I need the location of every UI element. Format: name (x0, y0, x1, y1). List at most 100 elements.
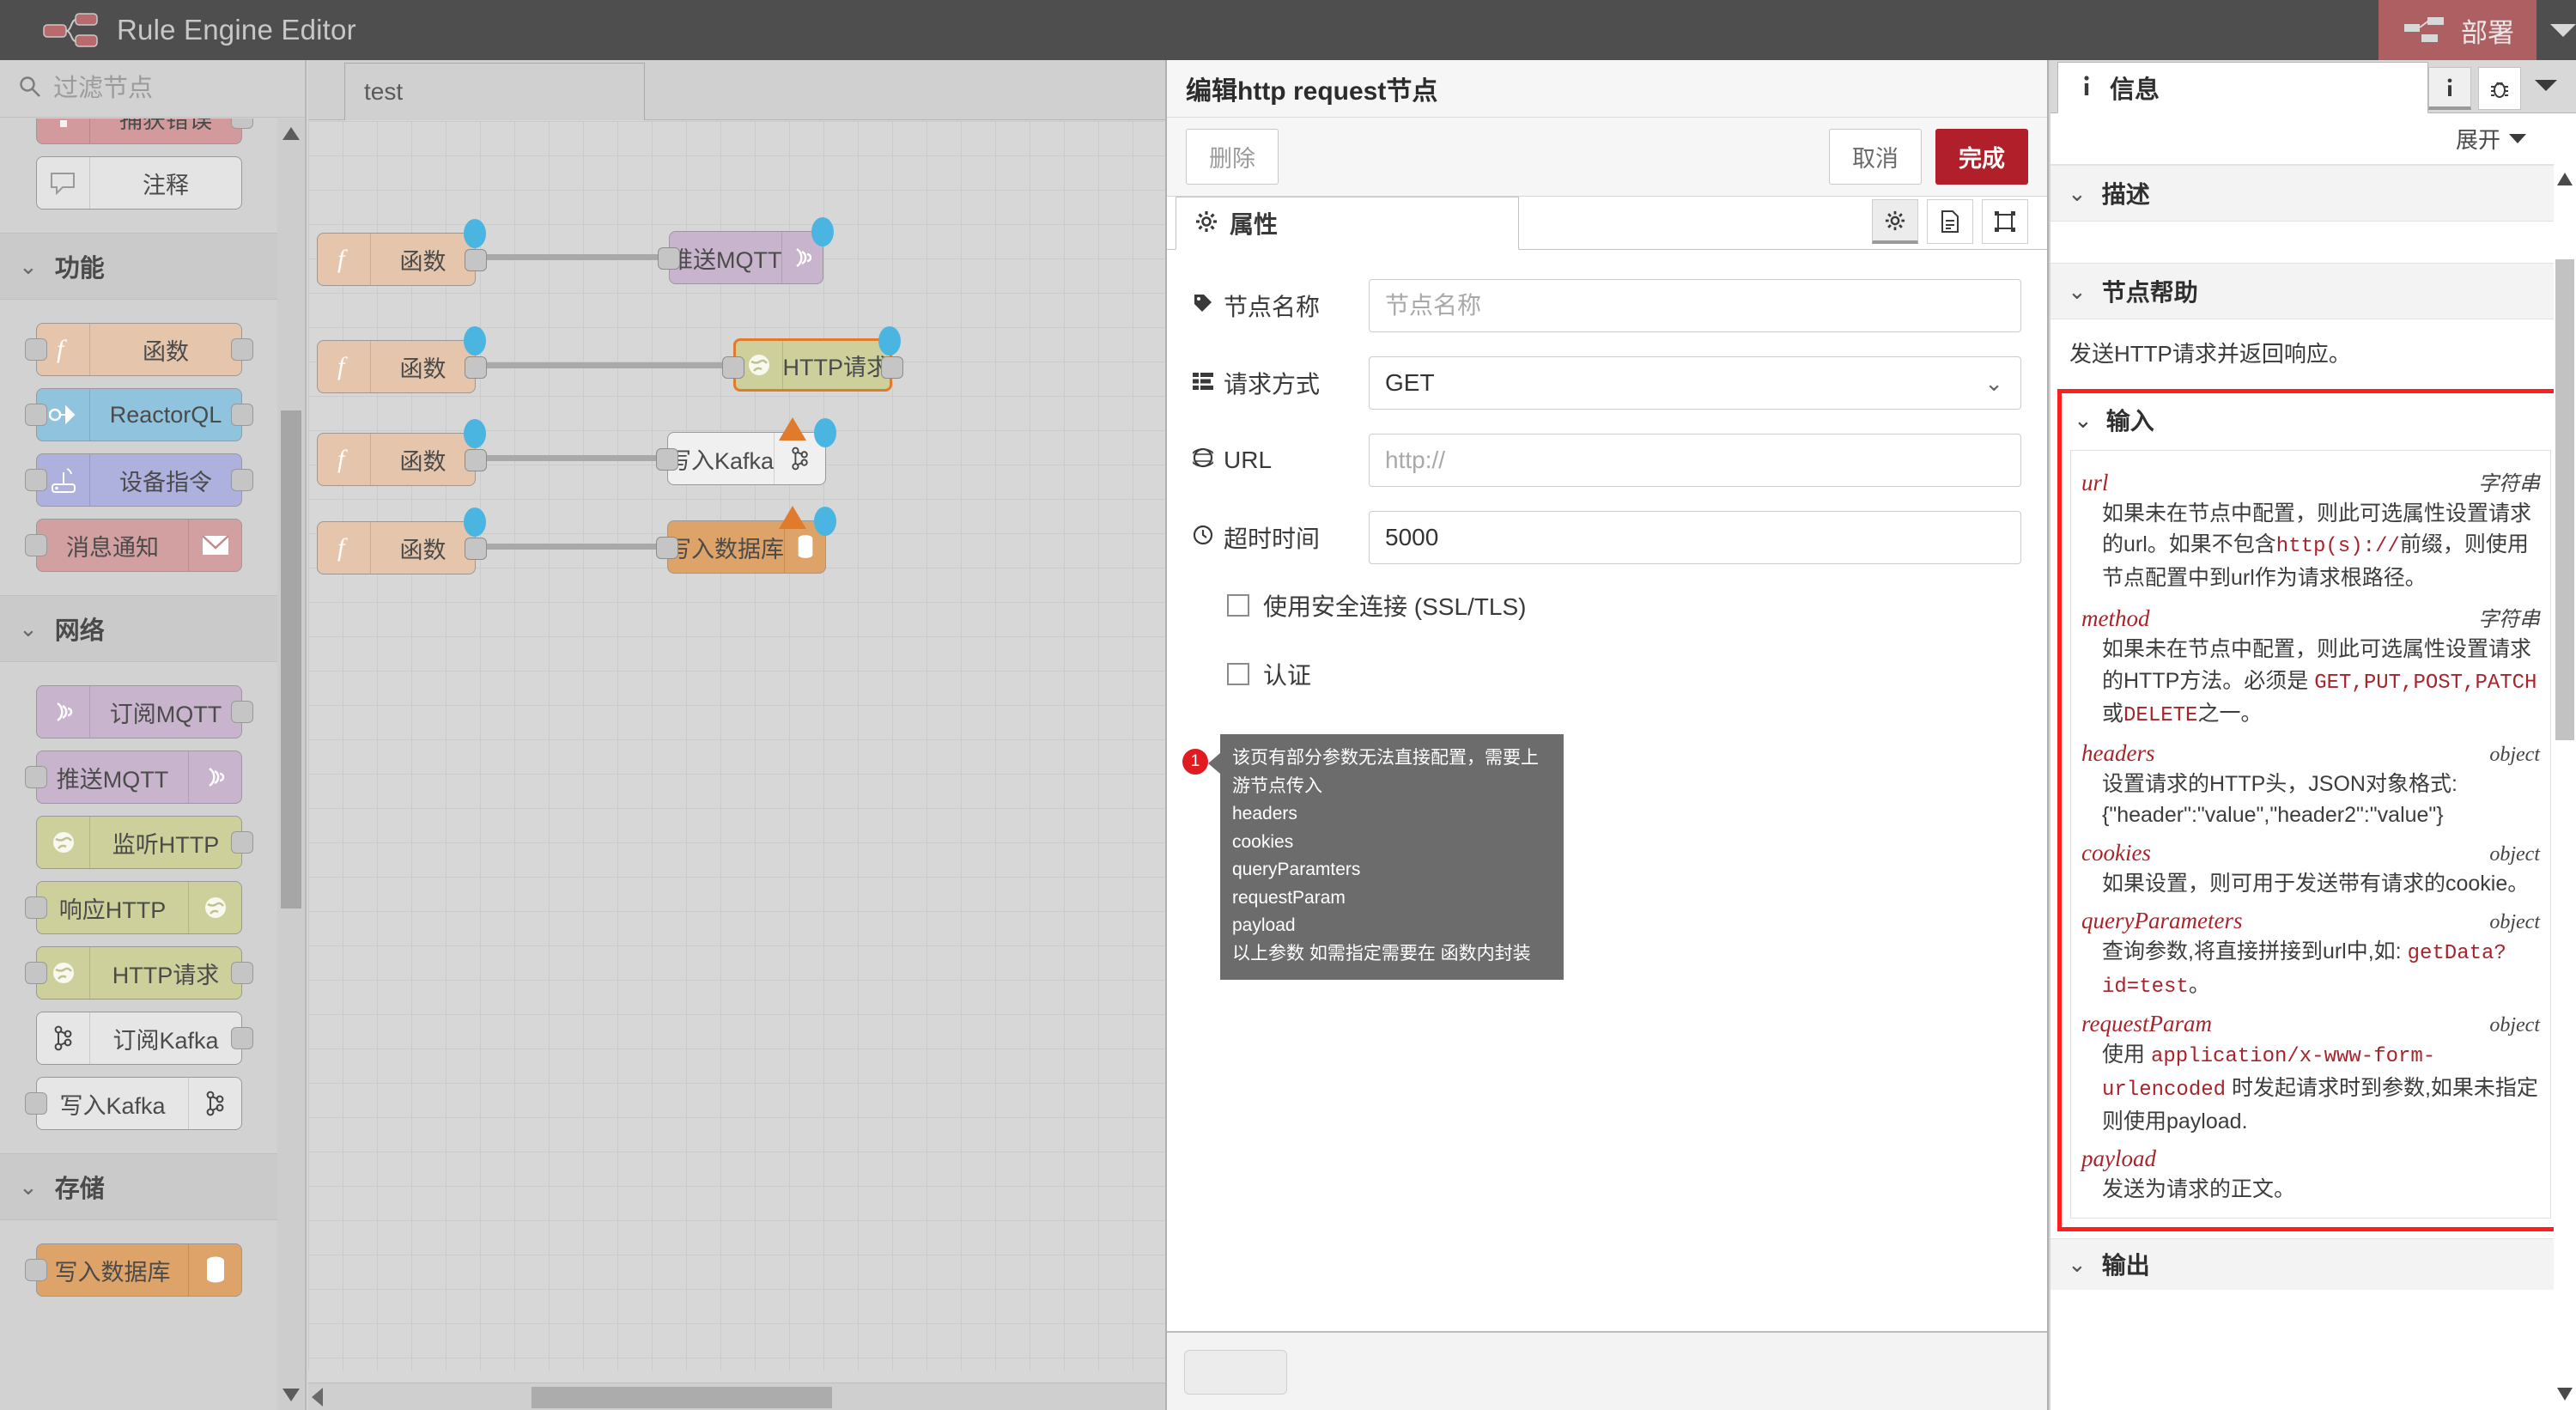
canvas-node-function[interactable]: f 函数 (317, 326, 487, 393)
auth-checkbox[interactable] (1227, 663, 1249, 685)
ssl-checkbox[interactable] (1227, 594, 1249, 617)
node-input-port[interactable] (25, 1259, 47, 1281)
node-input-port[interactable] (25, 962, 47, 984)
node-output-port[interactable] (465, 449, 487, 471)
flow-link[interactable] (478, 544, 676, 550)
flow-tab-test[interactable]: test (344, 63, 645, 120)
palette-node-write-database[interactable]: 写入数据库 (25, 1243, 242, 1297)
palette-node-notification[interactable]: 消息通知 (25, 519, 242, 572)
canvas-node-function[interactable]: f 函数 (317, 507, 487, 574)
scroll-up-icon[interactable] (281, 124, 301, 144)
flow-link[interactable] (478, 455, 676, 461)
info-scrollbar-thumb[interactable] (2555, 259, 2574, 740)
node-input-port[interactable] (25, 338, 47, 361)
request-method-select[interactable]: GET ⌄ (1369, 356, 2021, 410)
palette-node-device-command[interactable]: 设备指令 (25, 453, 253, 507)
scroll-down-icon[interactable] (281, 1384, 301, 1405)
canvas-horizontal-scrollbar[interactable] (308, 1383, 1167, 1410)
node-output-port[interactable] (231, 119, 253, 129)
canvas-node-function[interactable]: f 函数 (317, 219, 487, 286)
palette-node-function[interactable]: f 函数 (25, 323, 253, 376)
palette-node-comment[interactable]: 注释 (36, 156, 242, 210)
url-input[interactable] (1369, 434, 2021, 487)
palette-node-catch[interactable]: 捕获错误 (36, 119, 253, 144)
node-input-port[interactable] (658, 247, 680, 270)
node-input-port[interactable] (25, 1092, 47, 1115)
timeout-input[interactable] (1369, 511, 2021, 564)
flow-canvas[interactable]: test f 函数 推送MQTT f 函数 HTTP请求 f 函数 写入Kafk… (308, 60, 1167, 1410)
palette-node-subscribe-kafka[interactable]: 订阅Kafka (36, 1012, 253, 1065)
node-output-port[interactable] (231, 338, 253, 361)
node-input-port[interactable] (656, 448, 678, 471)
canvas-grid[interactable]: f 函数 推送MQTT f 函数 HTTP请求 f 函数 写入Kafka f 函… (308, 121, 1167, 1370)
node-output-port[interactable] (231, 404, 253, 426)
node-input-port[interactable] (25, 766, 47, 788)
palette-node-subscribe-mqtt[interactable]: 订阅MQTT (36, 685, 253, 738)
palette-group-header-function[interactable]: ⌄ 功能 (0, 233, 279, 300)
info-section-output[interactable]: ⌄ 输出 (2050, 1237, 2576, 1290)
node-input-port[interactable] (25, 469, 47, 491)
deploy-button[interactable]: 部署 (2379, 0, 2537, 60)
checkbox-row-ssl[interactable]: 使用安全连接 (SSL/TLS) (1227, 588, 2021, 623)
debug-bug-icon[interactable] (2478, 67, 2521, 110)
flow-link[interactable] (478, 254, 677, 260)
canvas-node-write-kafka[interactable]: 写入Kafka (656, 417, 836, 485)
scroll-down-icon[interactable] (2555, 1384, 2574, 1403)
palette-group-header-network[interactable]: ⌄ 网络 (0, 595, 279, 662)
appearance-icon[interactable] (1982, 199, 2028, 244)
node-input-port[interactable] (25, 534, 47, 556)
palette-group-header-storage[interactable]: ⌄ 存储 (0, 1153, 279, 1220)
palette-node-response-http[interactable]: 响应HTTP (25, 881, 242, 934)
info-section-description[interactable]: ⌄ 描述 (2050, 165, 2576, 222)
expand-all-label[interactable]: 展开 (2456, 123, 2500, 155)
tab-info[interactable]: 信息 (2057, 62, 2428, 113)
node-output-port[interactable] (231, 469, 253, 491)
palette-node-http-request[interactable]: HTTP请求 (25, 946, 253, 1000)
info-section-input-header[interactable]: ⌄ 输入 (2062, 393, 2560, 447)
chevron-down-icon[interactable] (2509, 134, 2526, 143)
scroll-up-icon[interactable] (2555, 170, 2574, 189)
node-output-port[interactable] (881, 356, 903, 379)
app-header: Rule Engine Editor 部署 (0, 0, 2576, 60)
description-icon[interactable] (1927, 199, 1973, 244)
tab-properties[interactable]: 属性 (1176, 197, 1519, 250)
canvas-node-write-database[interactable]: 写入数据库 (656, 506, 836, 574)
canvas-node-function[interactable]: f 函数 (317, 419, 487, 486)
palette-node-publish-mqtt[interactable]: 推送MQTT (25, 751, 242, 804)
filter-nodes-input[interactable] (53, 74, 276, 103)
checkbox-row-auth[interactable]: 认证 (1227, 657, 2021, 691)
node-output-port[interactable] (231, 1027, 253, 1049)
flow-link[interactable] (478, 362, 742, 368)
info-section-node-help[interactable]: ⌄ 节点帮助 (2050, 263, 2576, 319)
node-input-port[interactable] (25, 404, 47, 426)
info-expand-row[interactable]: 展开 (2050, 113, 2576, 165)
canvas-node-http-request[interactable]: HTTP请求 (722, 326, 903, 392)
palette-node-reactorql[interactable]: ReactorQL (25, 388, 253, 441)
node-output-port[interactable] (231, 962, 253, 984)
palette-scrollbar-thumb[interactable] (281, 410, 301, 909)
node-input-port[interactable] (722, 356, 744, 379)
info-icon[interactable] (2428, 67, 2471, 110)
deploy-dropdown-caret-icon[interactable] (2550, 23, 2576, 37)
palette-node-write-kafka[interactable]: 写入Kafka (25, 1077, 242, 1130)
node-output-port[interactable] (465, 538, 487, 560)
canvas-node-publish-mqtt[interactable]: 推送MQTT (658, 217, 834, 284)
info-scrollbar[interactable] (2554, 113, 2576, 1410)
node-input-port[interactable] (25, 896, 47, 919)
palette-scrollbar[interactable] (277, 119, 305, 1410)
node-output-port[interactable] (465, 249, 487, 271)
gear-icon[interactable] (1872, 199, 1918, 244)
info-panel-dropdown-caret-icon[interactable] (2535, 80, 2557, 91)
node-output-port[interactable] (231, 701, 253, 723)
done-button[interactable]: 完成 (1935, 129, 2028, 185)
scroll-left-icon[interactable] (312, 1388, 323, 1407)
node-output-port[interactable] (465, 356, 487, 379)
delete-button[interactable]: 删除 (1186, 129, 1279, 185)
palette-node-listen-http[interactable]: 监听HTTP (36, 816, 253, 869)
footer-button[interactable] (1184, 1350, 1287, 1395)
node-name-input[interactable] (1369, 279, 2021, 332)
node-input-port[interactable] (656, 537, 678, 559)
node-output-port[interactable] (231, 831, 253, 854)
canvas-scrollbar-thumb[interactable] (532, 1387, 832, 1408)
cancel-button[interactable]: 取消 (1829, 129, 1922, 185)
